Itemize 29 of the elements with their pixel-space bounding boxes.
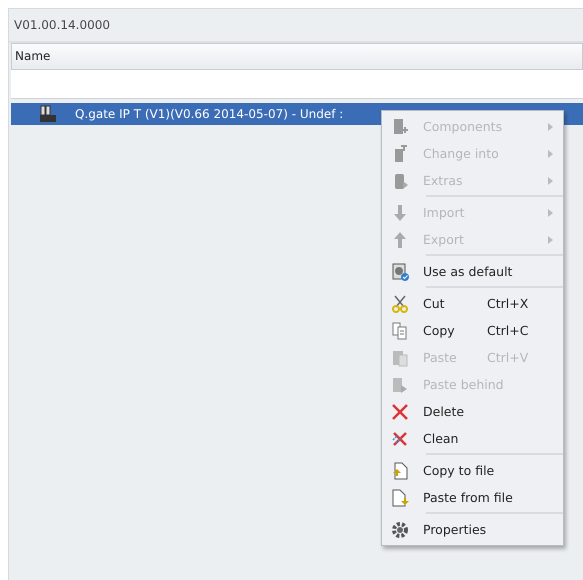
up-arrow-icon	[391, 230, 409, 248]
gear-icon	[391, 520, 409, 538]
menu-item[interactable]: Delete	[382, 398, 563, 425]
menu-item[interactable]: Paste from file	[382, 484, 563, 511]
submenu-arrow-icon	[548, 122, 553, 130]
menu-item[interactable]: Copy to file	[382, 457, 563, 484]
scissors-icon	[391, 294, 409, 312]
submenu-arrow-icon	[548, 150, 553, 158]
copy-icon	[391, 322, 409, 340]
device-icon	[39, 105, 57, 123]
column-header[interactable]: Name	[11, 43, 583, 70]
file-down-icon	[391, 488, 409, 506]
submenu-arrow-icon	[548, 176, 553, 184]
file-up-icon	[391, 462, 409, 480]
menu-item[interactable]: Use as default	[382, 258, 563, 285]
submenu-arrow-icon	[548, 236, 553, 244]
submenu-arrow-icon	[548, 208, 553, 216]
menu-item[interactable]: Properties	[382, 516, 563, 543]
paste-arrow-icon	[391, 376, 409, 394]
menu-item[interactable]: Cut Ctrl+X	[382, 290, 563, 317]
brush-cross-icon	[391, 430, 409, 448]
menu-item[interactable]: Copy Ctrl+C	[382, 317, 563, 344]
filter-row[interactable]	[11, 70, 583, 99]
cross-icon	[391, 402, 409, 420]
paste-icon	[391, 348, 409, 366]
default-check-icon	[391, 262, 409, 280]
server-plus-icon	[391, 118, 409, 136]
menu-item[interactable]: Clean	[382, 425, 563, 452]
down-arrow-icon	[391, 204, 409, 222]
